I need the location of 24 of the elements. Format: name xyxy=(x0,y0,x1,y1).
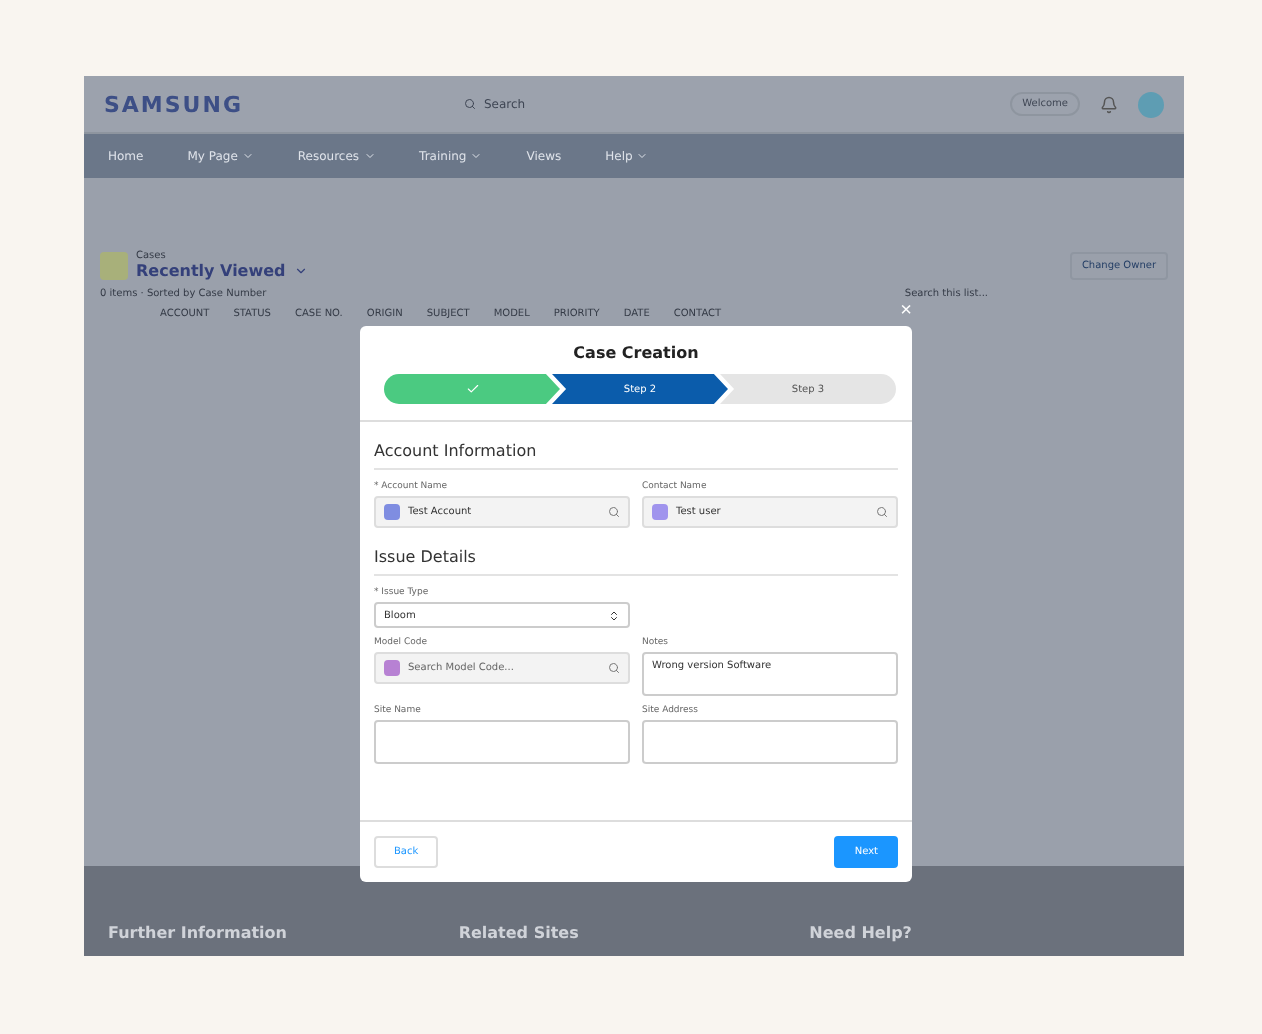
section-title: Account Information xyxy=(374,422,898,470)
logo: SAMSUNG xyxy=(104,91,245,117)
footer-heading: Related Sites xyxy=(458,924,581,942)
bell-icon[interactable] xyxy=(1100,95,1118,113)
search-icon xyxy=(464,98,476,110)
search-icon xyxy=(608,506,620,518)
chevron-icon[interactable] xyxy=(363,150,376,162)
search-icon xyxy=(608,662,620,674)
chevron-icon[interactable] xyxy=(470,150,483,162)
check-icon xyxy=(465,382,479,396)
dialog-title: Case Creation xyxy=(571,342,701,366)
chevron-icon[interactable] xyxy=(241,150,254,162)
avatar[interactable] xyxy=(1138,91,1164,117)
text-area[interactable] xyxy=(642,720,898,764)
chevron-icon[interactable] xyxy=(293,264,308,278)
list-title[interactable]: Recently Viewed xyxy=(136,262,286,280)
text-area[interactable] xyxy=(374,720,630,764)
list-icon xyxy=(100,251,128,279)
chevron-icon[interactable] xyxy=(636,150,649,162)
search-icon xyxy=(876,506,888,518)
footer-heading: Need Help? xyxy=(809,924,914,942)
close-button[interactable]: × xyxy=(900,302,912,322)
section-title: Issue Details xyxy=(374,528,898,576)
footer-heading: Further Information xyxy=(108,924,289,942)
